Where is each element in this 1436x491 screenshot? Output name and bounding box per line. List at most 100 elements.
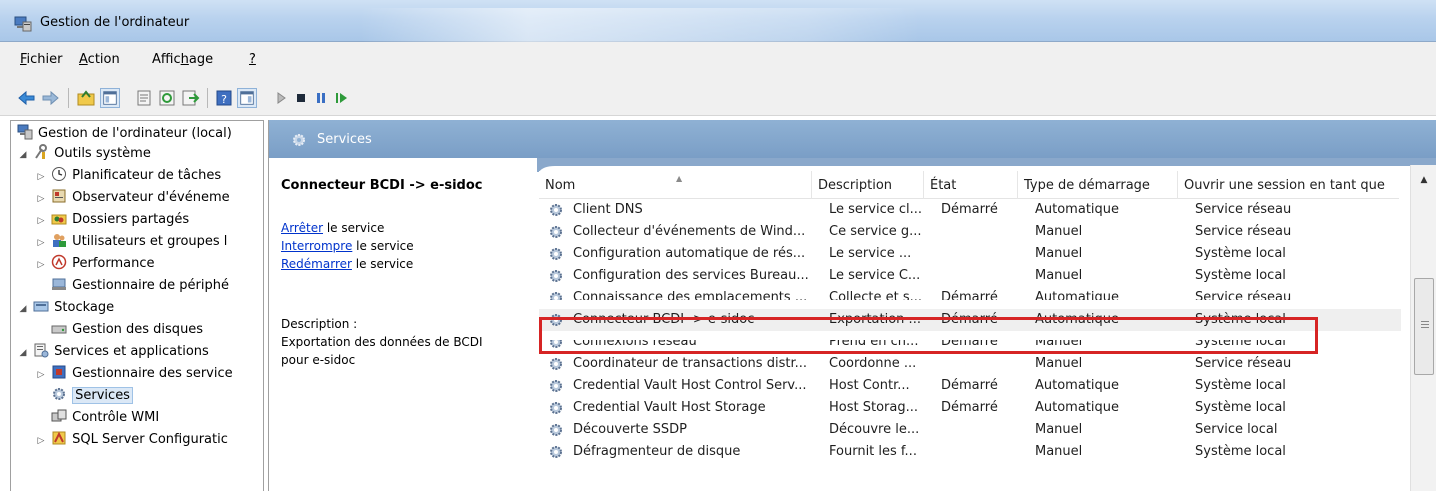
table-row[interactable]: Connaissance des emplacements ... Collect… bbox=[539, 287, 1401, 305]
services-header-title: Services bbox=[317, 132, 372, 147]
properties-icon[interactable] bbox=[134, 88, 154, 108]
cell-name: Connaissance des emplacements ... bbox=[573, 290, 808, 305]
title-bar: Gestion de l'ordinateur bbox=[0, 0, 1436, 42]
collapsed-twisty-icon[interactable]: ▷ bbox=[35, 255, 47, 275]
tree-item-utilisateurs[interactable]: ▷ Utilisateurs et groupes l bbox=[35, 232, 227, 252]
column-header-etat[interactable]: État bbox=[923, 171, 1017, 199]
menu-help[interactable]: ? bbox=[249, 52, 256, 67]
collapsed-twisty-icon[interactable]: ▷ bbox=[35, 233, 47, 253]
cell-logon: Service réseau bbox=[1195, 290, 1292, 305]
cell-start: Automatique bbox=[1035, 290, 1120, 305]
table-row[interactable]: Coordinateur de transactions distr... Coo… bbox=[539, 353, 1401, 375]
table-row[interactable]: Configuration automatique de rés... Le se… bbox=[539, 243, 1401, 265]
tree-item-performance[interactable]: ▷ Performance bbox=[35, 254, 155, 274]
column-header-description[interactable]: Description bbox=[811, 171, 923, 199]
expanded-twisty-icon[interactable]: ◢ bbox=[17, 145, 29, 165]
cell-start: Manuel bbox=[1035, 444, 1083, 459]
pause-service-action[interactable]: Interrompre le service bbox=[281, 239, 414, 253]
tree-item-services[interactable]: Services bbox=[35, 386, 133, 406]
tree-item-controle-wmi[interactable]: Contrôle WMI bbox=[35, 408, 159, 428]
restart-service-link[interactable]: Redémarrer bbox=[281, 257, 352, 271]
cell-logon: Service local bbox=[1195, 422, 1278, 437]
stop-service-link[interactable]: Arrêter bbox=[281, 221, 323, 235]
resume-service-icon[interactable] bbox=[331, 88, 351, 108]
restart-service-action[interactable]: Redémarrer le service bbox=[281, 257, 413, 271]
collapsed-twisty-icon[interactable]: ▷ bbox=[35, 365, 47, 385]
cell-logon: Système local bbox=[1195, 268, 1286, 283]
scrollbar-thumb[interactable] bbox=[1414, 278, 1434, 375]
svg-text:?: ? bbox=[221, 93, 227, 106]
refresh-icon[interactable] bbox=[157, 88, 177, 108]
device-manager-icon bbox=[51, 276, 67, 292]
tree-item-computer-management[interactable]: Gestion de l'ordinateur (local) bbox=[17, 124, 232, 144]
cell-start: Manuel bbox=[1035, 356, 1083, 371]
cell-state: Démarré bbox=[941, 400, 998, 415]
forward-arrow-icon[interactable] bbox=[40, 88, 60, 108]
table-row[interactable]: Collecteur d'événements de Wind... Ce ser… bbox=[539, 221, 1401, 243]
scrollbar-grip-icon bbox=[1421, 321, 1429, 322]
task-scheduler-icon bbox=[51, 166, 67, 182]
menu-affichage[interactable]: Affichage bbox=[152, 52, 213, 67]
tree-item-observateur[interactable]: ▷ Observateur d'événeme bbox=[35, 188, 230, 208]
window-title: Gestion de l'ordinateur bbox=[40, 15, 190, 30]
cell-logon: Système local bbox=[1195, 444, 1286, 459]
tree-item-gestionnaire-services[interactable]: ▷ Gestionnaire des service bbox=[35, 364, 233, 384]
extended-detail-panel: Connecteur BCDI -> e-sidoc Arrêter le se… bbox=[269, 158, 537, 491]
export-list-icon[interactable] bbox=[180, 88, 200, 108]
menu-bar: Fichier Action Affichage ? bbox=[0, 42, 1436, 80]
show-hide-tree-icon[interactable] bbox=[100, 88, 120, 108]
show-hide-action-pane-icon[interactable] bbox=[237, 88, 257, 108]
tree-item-planificateur[interactable]: ▷ Planificateur de tâches bbox=[35, 166, 221, 186]
tree-item-stockage[interactable]: ◢ Stockage bbox=[17, 298, 115, 319]
highlight-annotation-box bbox=[539, 317, 1318, 354]
table-row[interactable]: Credential Vault Host Storage Host Storag… bbox=[539, 397, 1401, 419]
menu-fichier[interactable]: Fichier bbox=[20, 52, 63, 67]
up-folder-icon[interactable] bbox=[76, 88, 96, 108]
table-row[interactable]: Credential Vault Host Control Serv... Hos… bbox=[539, 375, 1401, 397]
table-row[interactable]: Client DNS Le service cl... Démarré Automat… bbox=[539, 199, 1401, 221]
stop-service-icon[interactable] bbox=[291, 88, 311, 108]
help-icon[interactable]: ? bbox=[214, 88, 234, 108]
selected-service-name: Connecteur BCDI -> e-sidoc bbox=[281, 178, 483, 193]
tree-item-dossiers-partages[interactable]: ▷ Dossiers partagés bbox=[35, 210, 190, 231]
column-header-row: Nom ▲ Description État Type de démarrage… bbox=[539, 171, 1399, 199]
table-row[interactable]: Découverte SSDP Découvre le... Manuel Servi… bbox=[539, 419, 1401, 441]
menu-action[interactable]: Action bbox=[79, 52, 120, 67]
collapsed-twisty-icon[interactable]: ▷ bbox=[35, 167, 47, 187]
tree-item-gestionnaire-peripheriques[interactable]: Gestionnaire de périphé bbox=[35, 276, 229, 296]
collapsed-twisty-icon[interactable]: ▷ bbox=[35, 189, 47, 209]
column-header-type-demarrage[interactable]: Type de démarrage bbox=[1017, 171, 1177, 199]
scroll-up-arrow-icon[interactable]: ▲ bbox=[1411, 175, 1436, 185]
cell-name: Collecteur d'événements de Wind... bbox=[573, 224, 806, 239]
service-gear-icon bbox=[548, 268, 564, 284]
sql-service-manager-icon bbox=[51, 364, 67, 380]
cell-logon: Service réseau bbox=[1195, 202, 1292, 217]
cell-start: Automatique bbox=[1035, 202, 1120, 217]
collapsed-twisty-icon[interactable]: ▷ bbox=[35, 211, 47, 231]
tree-item-services-applications[interactable]: ◢ Services et applications bbox=[17, 342, 209, 362]
service-gear-icon bbox=[548, 378, 564, 394]
service-gear-icon bbox=[548, 400, 564, 416]
back-arrow-icon[interactable] bbox=[17, 88, 37, 108]
sort-ascending-icon: ▲ bbox=[676, 174, 683, 183]
cell-desc: Host Contr... bbox=[829, 378, 910, 393]
collapsed-twisty-icon[interactable]: ▷ bbox=[35, 431, 47, 451]
table-row[interactable]: Défragmenteur de disque Fournit les f... M… bbox=[539, 441, 1401, 463]
column-header-nom[interactable]: Nom bbox=[539, 171, 811, 199]
stop-service-action[interactable]: Arrêter le service bbox=[281, 221, 384, 235]
service-gear-icon bbox=[548, 290, 564, 300]
pause-service-link[interactable]: Interrompre bbox=[281, 239, 352, 253]
tree-item-sql-server-config[interactable]: ▷ SQL Server Configuratic bbox=[35, 430, 228, 450]
tree-item-gestion-disques[interactable]: Gestion des disques bbox=[35, 320, 203, 340]
start-service-icon[interactable] bbox=[271, 88, 291, 108]
vertical-scrollbar[interactable]: ▲ bbox=[1410, 165, 1436, 491]
pause-service-icon[interactable] bbox=[311, 88, 331, 108]
cell-state: Démarré bbox=[941, 202, 998, 217]
table-row[interactable]: Configuration des services Bureau... Le s… bbox=[539, 265, 1401, 287]
storage-icon bbox=[33, 298, 49, 314]
expanded-twisty-icon[interactable]: ◢ bbox=[17, 343, 29, 363]
description-text-line1: Exportation des données de BCDI bbox=[281, 335, 483, 349]
expanded-twisty-icon[interactable]: ◢ bbox=[17, 299, 29, 319]
column-header-ouvrir-session[interactable]: Ouvrir une session en tant que bbox=[1177, 171, 1401, 199]
tree-item-outils-systeme[interactable]: ◢ Outils système bbox=[17, 144, 151, 164]
